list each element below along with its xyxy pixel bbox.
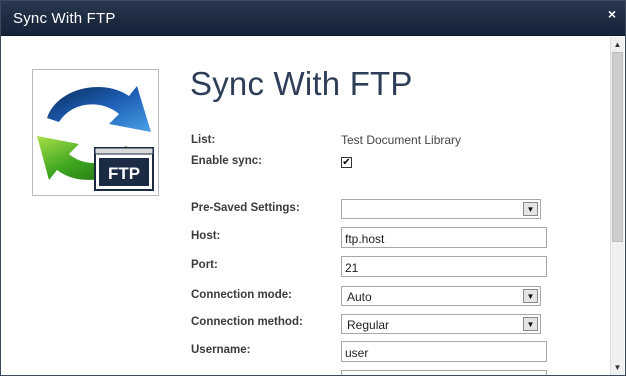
- enable-sync-checkbox[interactable]: ✔: [341, 157, 352, 168]
- connection-method-select[interactable]: Regular ▼: [341, 314, 541, 334]
- connection-mode-label: Connection mode:: [191, 289, 292, 301]
- host-input[interactable]: [341, 227, 547, 248]
- dialog-titlebar: Sync With FTP ×: [1, 1, 625, 36]
- sync-ftp-dialog: Sync With FTP × FTP Sync With FTP List: …: [0, 0, 626, 376]
- connection-mode-select[interactable]: Auto ▼: [341, 286, 541, 306]
- enable-sync-label: Enable sync:: [191, 155, 262, 167]
- port-input[interactable]: [341, 256, 547, 277]
- connection-mode-value: Auto: [347, 290, 372, 304]
- page-title: Sync With FTP: [190, 65, 413, 102]
- vertical-scrollbar[interactable]: ▲ ▼: [610, 37, 624, 375]
- scroll-down-icon[interactable]: ▼: [611, 361, 624, 374]
- host-label: Host:: [191, 230, 221, 242]
- username-input[interactable]: [341, 341, 547, 362]
- ftp-sync-logo: FTP: [32, 69, 159, 196]
- list-label: List:: [191, 134, 216, 146]
- chevron-down-icon[interactable]: ▼: [523, 202, 538, 216]
- presaved-settings-label: Pre-Saved Settings:: [191, 202, 300, 214]
- presaved-settings-select[interactable]: ▼: [341, 199, 541, 219]
- list-value: Test Document Library: [341, 133, 462, 147]
- chevron-down-icon[interactable]: ▼: [523, 317, 538, 331]
- close-icon[interactable]: ×: [605, 7, 619, 21]
- password-input[interactable]: [341, 370, 547, 375]
- dialog-title: Sync With FTP: [13, 10, 116, 27]
- scrollbar-thumb[interactable]: [612, 52, 623, 242]
- port-label: Port:: [191, 259, 218, 271]
- connection-method-value: Regular: [347, 318, 390, 332]
- dialog-content: FTP Sync With FTP List: Test Document Li…: [1, 37, 611, 375]
- scroll-up-icon[interactable]: ▲: [611, 38, 624, 51]
- username-label: Username:: [191, 344, 251, 356]
- logo-ftp-text: FTP: [108, 164, 140, 183]
- sync-arrows-icon: FTP: [37, 86, 154, 191]
- chevron-down-icon[interactable]: ▼: [523, 289, 538, 303]
- connection-method-label: Connection method:: [191, 316, 303, 328]
